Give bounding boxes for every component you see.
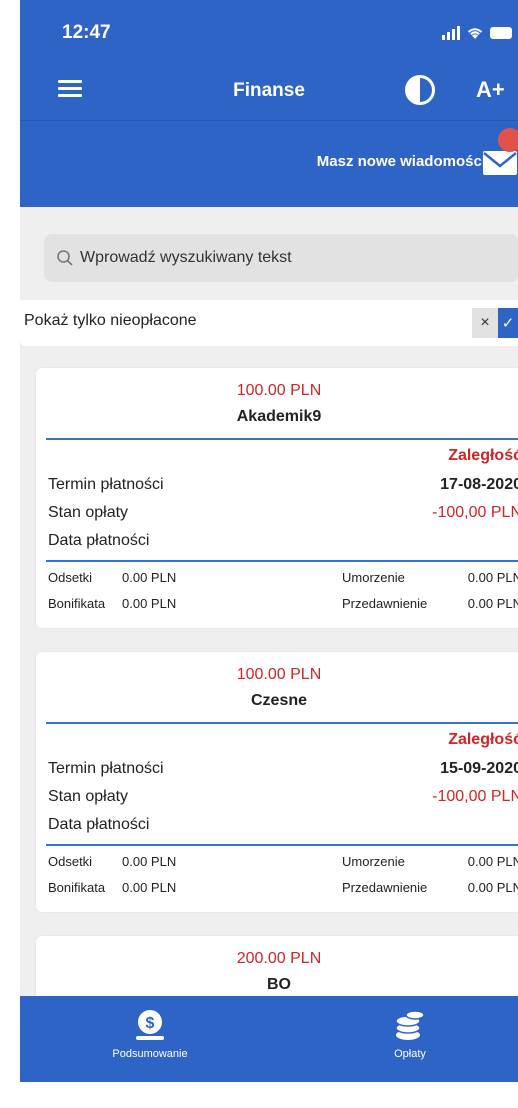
- money-icon: $: [136, 1010, 164, 1040]
- payment-date-label: Data płatności: [48, 816, 150, 833]
- fee-status: Zaległość: [448, 731, 518, 748]
- notification-badge: [498, 128, 518, 152]
- unpaid-toggle[interactable]: × ✓: [472, 308, 518, 338]
- search-icon: [57, 250, 73, 266]
- status-time: 12:47: [62, 22, 111, 43]
- svg-text:$: $: [146, 1015, 155, 1032]
- fee-amount: 200.00 PLN: [236, 950, 322, 967]
- nav-summary[interactable]: $ Podsumowanie: [60, 1008, 240, 1060]
- due-date-value: 17-08-2020: [440, 476, 518, 493]
- page-title: Finanse: [233, 80, 305, 101]
- fee-name: BO: [267, 976, 291, 993]
- coins-icon: [395, 1010, 425, 1040]
- toggle-on-icon[interactable]: ✓: [498, 308, 518, 338]
- contrast-icon[interactable]: [405, 75, 435, 105]
- interest-label: Odsetki: [48, 570, 93, 585]
- nav-fees[interactable]: Opłaty: [320, 1008, 500, 1060]
- interest-value: 0.00 PLN: [122, 854, 177, 869]
- new-messages-link[interactable]: Masz nowe wiadomości: [317, 153, 486, 170]
- fee-card[interactable]: 100.00 PLN Akademik9 Zaległość Termin pł…: [36, 368, 518, 628]
- nav-summary-label: Podsumowanie: [112, 1048, 188, 1060]
- search-input[interactable]: Wprowadź wyszukiwany tekst: [44, 234, 518, 282]
- bottom-nav: $ Podsumowanie Opłaty: [20, 996, 518, 1082]
- unpaid-filter-label: Pokaż tylko nieopłacone: [24, 312, 197, 329]
- discount-label: Bonifikata: [48, 880, 106, 895]
- unpaid-filter: Pokaż tylko nieopłacone × ✓: [20, 300, 518, 346]
- expiration-value: 0.00 PLN: [467, 596, 518, 611]
- status-bar: 12:47: [20, 22, 518, 52]
- mail-icon[interactable]: [482, 150, 518, 176]
- discount-value: 0.00 PLN: [122, 596, 177, 611]
- font-size-button[interactable]: A+: [476, 77, 505, 103]
- card-divider: [46, 722, 518, 724]
- due-date-value: 15-09-2020: [440, 760, 518, 777]
- payment-date-label: Data płatności: [48, 532, 150, 549]
- header: 12:47 Finanse A+ Masz nowe wiadomości: [20, 0, 518, 207]
- interest-value: 0.00 PLN: [122, 570, 177, 585]
- app-screen: 12:47 Finanse A+ Masz nowe wiadomości Wp…: [20, 0, 518, 1082]
- status-icons: [442, 26, 512, 40]
- expiration-value: 0.00 PLN: [467, 880, 518, 895]
- write-off-value: 0.00 PLN: [467, 854, 518, 869]
- write-off-label: Umorzenie: [342, 854, 405, 869]
- header-divider: [20, 120, 518, 121]
- fee-status: Zaległość: [448, 447, 518, 464]
- payment-date-row: Data płatności: [48, 816, 518, 834]
- fee-card[interactable]: 100.00 PLN Czesne Zaległość Termin płatn…: [36, 652, 518, 912]
- due-date-row: Termin płatności 15-09-2020: [48, 760, 518, 778]
- fee-amount: 100.00 PLN: [236, 666, 322, 683]
- card-divider: [46, 438, 518, 440]
- write-off-value: 0.00 PLN: [467, 570, 518, 585]
- card-divider: [46, 844, 518, 846]
- fee-state-label: Stan opłaty: [48, 788, 129, 805]
- due-date-label: Termin płatności: [48, 760, 164, 777]
- discount-value: 0.00 PLN: [122, 880, 177, 895]
- fee-amount: 100.00 PLN: [236, 382, 322, 399]
- payment-date-row: Data płatności: [48, 532, 518, 550]
- fee-state-value: -100,00 PLN: [432, 788, 518, 805]
- signal-icon: [442, 26, 460, 40]
- discount-label: Bonifikata: [48, 596, 106, 611]
- battery-icon: [490, 27, 512, 39]
- card-divider: [46, 560, 518, 562]
- fee-state-row: Stan opłaty -100,00 PLN: [48, 504, 518, 522]
- due-date-row: Termin płatności 17-08-2020: [48, 476, 518, 494]
- write-off-label: Umorzenie: [342, 570, 405, 585]
- fee-state-row: Stan opłaty -100,00 PLN: [48, 788, 518, 806]
- fee-state-label: Stan opłaty: [48, 504, 129, 521]
- due-date-label: Termin płatności: [48, 476, 164, 493]
- nav-fees-label: Opłaty: [394, 1048, 426, 1060]
- fee-name: Akademik9: [236, 408, 322, 425]
- expiration-label: Przedawnienie: [342, 596, 428, 611]
- toggle-off-icon[interactable]: ×: [472, 308, 498, 338]
- wifi-icon: [467, 28, 483, 39]
- fee-name: Czesne: [250, 692, 308, 709]
- search-placeholder: Wprowadź wyszukiwany tekst: [80, 249, 292, 266]
- expiration-label: Przedawnienie: [342, 880, 428, 895]
- fee-state-value: -100,00 PLN: [432, 504, 518, 521]
- interest-label: Odsetki: [48, 854, 93, 869]
